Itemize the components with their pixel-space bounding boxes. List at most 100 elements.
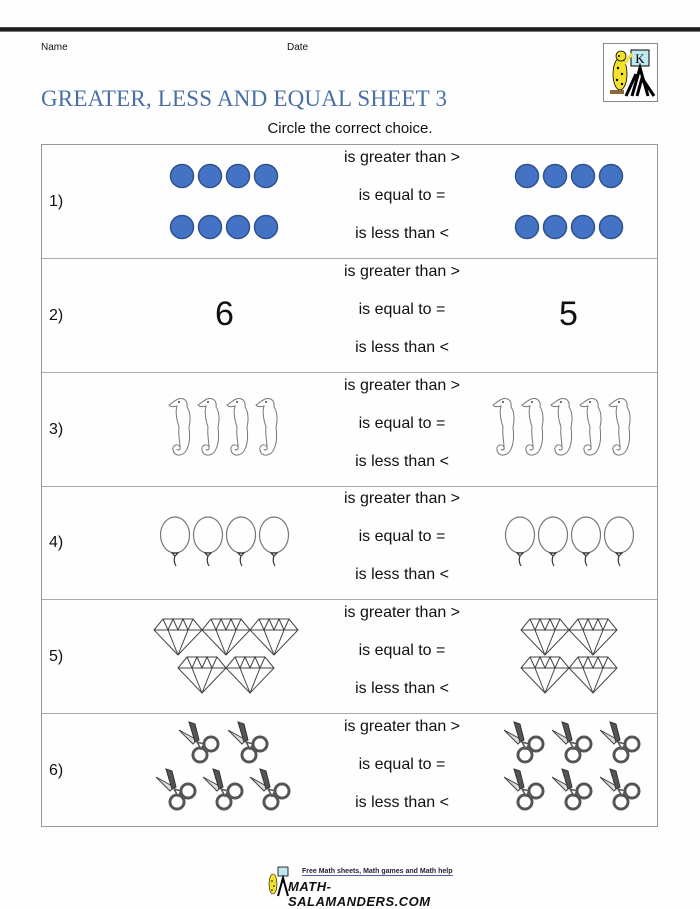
balloon-icon [537,516,569,567]
worksheet-table: 1) is greater than > is equal to = is less … [41,144,658,827]
circle-icon [197,214,223,240]
choice-group: is greater than > is equal to = is less th… [292,259,512,373]
choice-group: is greater than > is equal to = is less th… [292,145,512,259]
left-quantity [142,486,312,600]
choice-equal-to[interactable]: is equal to = [292,187,512,205]
choice-equal-to[interactable]: is equal to = [292,528,512,546]
left-quantity [142,373,312,487]
circle-icon [169,214,195,240]
circle-icon [598,214,624,240]
seahorse-icon [579,397,602,456]
seahorse-icon [550,397,573,456]
footer-brand-logo: Free Math sheets, Math games and Math he… [266,866,466,909]
top-rule [0,27,700,32]
choice-less-than[interactable]: is less than < [292,453,512,471]
choice-equal-to[interactable]: is equal to = [292,642,512,660]
diamond-icon [520,655,570,694]
choice-less-than[interactable]: is less than < [292,680,512,698]
scissors-icon [599,768,641,811]
choice-equal-to[interactable]: is equal to = [292,301,512,319]
scissors-icon [249,768,291,811]
choice-less-than[interactable]: is less than < [292,566,512,584]
circle-icon [197,163,223,189]
circle-icon [514,214,540,240]
scissors-icon [227,721,269,764]
choice-greater-than[interactable]: is greater than > [292,490,512,508]
choice-less-than[interactable]: is less than < [292,339,512,357]
diamond-icon [177,655,227,694]
footer-site-name: MATH-SALAMANDERS.COM [288,879,431,909]
circle-icon [169,163,195,189]
left-quantity [142,714,312,828]
circle-icon [225,163,251,189]
right-quantity [487,373,657,487]
question-number: 6) [49,762,64,779]
question-row: 6) is greater than > is equal to = is less … [42,714,657,828]
circle-icon [253,214,279,240]
seahorse-icon [255,397,278,456]
choice-greater-than[interactable]: is greater than > [292,149,512,167]
diamond-icon [520,617,570,656]
question-number: 1) [49,193,64,210]
circle-icon [598,163,624,189]
diamond-icon [568,655,618,694]
salamander-icon: K [610,49,656,97]
choice-greater-than[interactable]: is greater than > [292,604,512,622]
scissors-icon [599,721,641,764]
footer-salamander-icon [268,866,289,897]
choice-group: is greater than > is equal to = is less th… [292,600,512,714]
balloon-icon [225,516,257,567]
circle-icon [542,214,568,240]
question-row: 3) is greater than > is equal to = is less … [42,373,657,487]
choice-equal-to[interactable]: is equal to = [292,756,512,774]
choice-equal-to[interactable]: is equal to = [292,415,512,433]
seahorse-icon [168,397,191,456]
diamond-icon [201,617,251,656]
page-title: GREATER, LESS AND EQUAL SHEET 3 [41,86,448,111]
scissors-icon [202,768,244,811]
question-number: 3) [49,420,64,438]
circle-icon [570,163,596,189]
choice-greater-than[interactable]: is greater than > [292,377,512,395]
scissors-icon [551,768,593,811]
choice-group: is greater than > is equal to = is less th… [292,373,512,487]
right-quantity [487,600,657,714]
scissors-icon [551,721,593,764]
choice-group: is greater than > is equal to = is less th… [292,714,512,828]
salamander-logo: K [603,43,658,102]
balloon-icon [258,516,290,567]
diamond-icon [153,617,203,656]
instruction-text: Circle the correct choice. [267,120,433,137]
question-row: 4) is greater than > is equal to = is less … [42,486,657,601]
scissors-icon [178,721,220,764]
choice-less-than[interactable]: is less than < [292,225,512,243]
question-row: 1) is greater than > is equal to = is less … [42,145,657,259]
circle-icon [225,214,251,240]
choice-greater-than[interactable]: is greater than > [292,718,512,736]
question-row: 5) is greater than > is equal to = is less … [42,600,657,715]
balloon-icon [570,516,602,567]
right-quantity: 5 [487,259,657,373]
right-quantity [487,145,657,259]
circle-icon [542,163,568,189]
seahorse-icon [521,397,544,456]
scissors-icon [155,768,197,811]
diamond-icon [225,655,275,694]
seahorse-icon [197,397,220,456]
balloon-icon [603,516,635,567]
circle-icon [253,163,279,189]
question-number: 5) [49,648,64,666]
right-quantity [487,714,657,828]
left-quantity [142,600,312,714]
balloon-icon [192,516,224,567]
question-number: 2) [49,306,64,324]
choice-less-than[interactable]: is less than < [292,794,512,812]
left-quantity [142,145,312,259]
left-quantity: 6 [142,259,312,373]
footer-tagline: Free Math sheets, Math games and Math he… [302,868,453,876]
circle-icon [514,163,540,189]
choice-group: is greater than > is equal to = is less th… [292,486,512,600]
choice-greater-than[interactable]: is greater than > [292,263,512,281]
left-number: 6 [215,294,234,333]
right-number: 5 [559,294,578,333]
